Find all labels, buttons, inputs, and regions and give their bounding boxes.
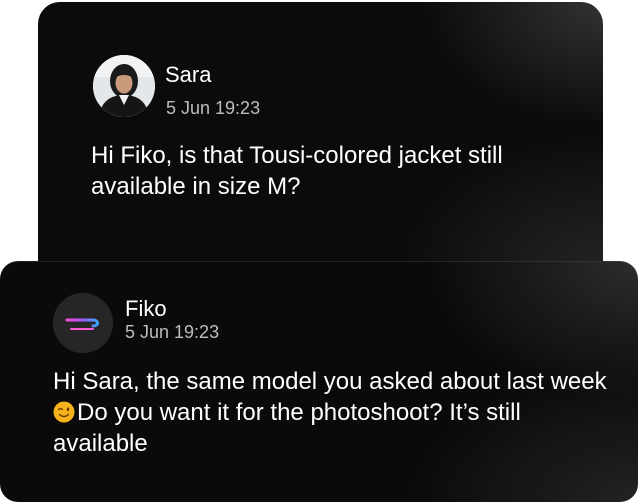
avatar-sara[interactable] — [93, 55, 155, 117]
winking-face-icon — [53, 401, 75, 423]
brand-logo-icon — [53, 293, 113, 353]
sender-name: Sara — [165, 62, 212, 87]
message-text: Hi Fiko, is that Tousi-colored jacket st… — [91, 142, 503, 200]
message-text-part: Hi Sara, the same model you asked about … — [53, 368, 607, 395]
message-card-fiko: Fiko 5 Jun 19:23 Hi Sara, the same model… — [0, 261, 638, 502]
message-text: Hi Sara, the same model you asked about … — [53, 366, 618, 459]
message-timestamp: 5 Jun 19:23 — [166, 98, 261, 118]
user-photo-icon — [93, 55, 155, 117]
message-timestamp: 5 Jun 19:23 — [125, 322, 220, 342]
message-text-part: Do you want it for the photoshoot? It’s … — [53, 399, 521, 457]
sender-name: Fiko — [125, 296, 167, 321]
avatar-fiko[interactable] — [53, 293, 113, 353]
message-card-sara: Sara 5 Jun 19:23 Hi Fiko, is that Tousi-… — [38, 2, 603, 270]
